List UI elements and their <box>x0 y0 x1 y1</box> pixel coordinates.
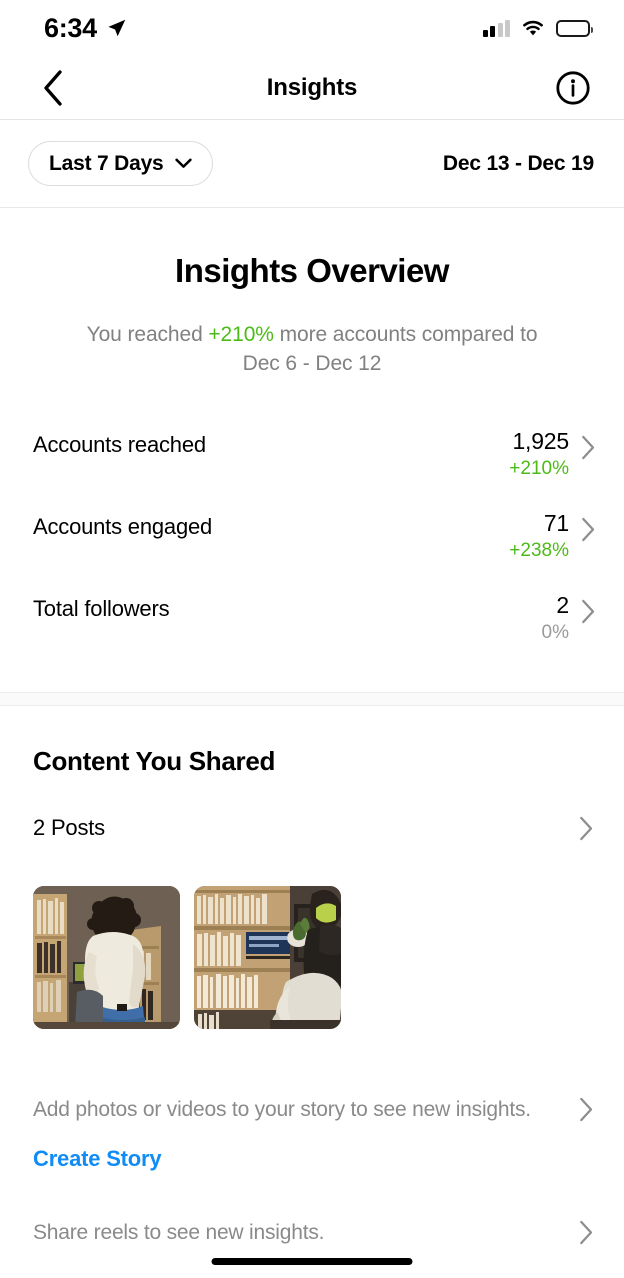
posts-count-label: 2 Posts <box>33 815 105 841</box>
content-you-shared-section: Content You Shared 2 Posts <box>0 706 624 1030</box>
location-arrow-icon <box>108 19 126 36</box>
status-bar-clock: 6:34 <box>44 12 97 43</box>
chevron-right-icon <box>580 816 593 841</box>
chevron-right-icon <box>580 1098 593 1122</box>
chevron-right-icon <box>582 517 595 541</box>
overview-summary-suffix: more accounts compared to <box>273 323 538 346</box>
post-thumbnail-2[interactable] <box>194 886 341 1030</box>
info-button[interactable] <box>550 65 596 111</box>
back-button[interactable] <box>30 65 76 111</box>
home-indicator <box>211 1258 413 1265</box>
metric-delta: +238% <box>509 539 569 561</box>
metric-label: Total followers <box>33 595 170 621</box>
post-thumbnail-1[interactable] <box>33 886 180 1030</box>
metric-delta: 0% <box>541 621 569 643</box>
reels-prompt-row[interactable]: Share reels to see new insights. <box>0 1220 624 1245</box>
post-thumbnail-grid <box>33 886 594 1030</box>
story-prompt-block: Add photos or videos to your story to se… <box>0 1097 624 1172</box>
back-chevron-icon <box>44 69 62 106</box>
metric-value: 71 <box>543 509 569 536</box>
reels-prompt-text: Share reels to see new insights. <box>33 1220 325 1244</box>
metric-delta: +210% <box>509 458 569 480</box>
chevron-right-icon <box>582 599 595 623</box>
overview-title: Insights Overview <box>175 252 449 289</box>
posts-row[interactable]: 2 Posts <box>33 815 594 841</box>
overview-summary-comparison-dates: Dec 6 - Dec 12 <box>242 351 382 375</box>
metrics-list: Accounts reached 1,925 +210% Accounts en… <box>0 379 624 659</box>
overview-summary-highlight: +210% <box>208 323 274 346</box>
metric-label: Accounts engaged <box>33 513 213 539</box>
status-bar-indicators <box>482 19 593 37</box>
status-bar-time-group: 6:34 <box>44 13 127 44</box>
date-range-selector[interactable]: Last 7 Days <box>28 141 213 186</box>
metric-row-accounts-reached[interactable]: Accounts reached 1,925 +210% <box>0 414 624 496</box>
filter-bar: Last 7 Days Dec 13 - Dec 19 <box>0 120 624 208</box>
metric-value: 2 <box>556 591 569 618</box>
insights-overview-section: Insights Overview You reached +210% more… <box>0 208 624 379</box>
wifi-icon <box>523 20 543 36</box>
reels-prompt-block: Share reels to see new insights. <box>0 1220 624 1245</box>
create-story-link[interactable]: Create Story <box>0 1146 194 1172</box>
page-title: Insights <box>266 73 358 101</box>
nav-header: Insights <box>0 56 624 120</box>
overview-summary-prefix: You reached <box>86 323 209 346</box>
story-prompt-row[interactable]: Add photos or videos to your story to se… <box>0 1097 624 1122</box>
metric-value-group: 1,925 +210% <box>509 428 596 482</box>
story-prompt-text: Add photos or videos to your story to se… <box>33 1097 531 1121</box>
chevron-right-icon <box>580 1221 593 1245</box>
metric-value: 1,925 <box>512 427 569 454</box>
metric-value-group: 71 +238% <box>509 510 596 564</box>
cellular-signal-icon <box>482 19 510 37</box>
battery-icon <box>556 19 593 37</box>
overview-summary: You reached +210% more accounts compared… <box>30 321 594 379</box>
info-circle-icon <box>556 70 590 105</box>
create-story-wrap: Create Story <box>0 1146 624 1172</box>
content-shared-title: Content You Shared <box>33 746 276 777</box>
metric-row-total-followers[interactable]: Total followers 2 0% <box>0 578 624 660</box>
chevron-down-icon <box>174 158 192 168</box>
date-range-selector-label: Last 7 Days <box>49 151 164 175</box>
status-bar: 6:34 <box>0 0 624 56</box>
metric-label: Accounts reached <box>33 431 206 457</box>
metric-value-group: 2 0% <box>542 592 596 646</box>
post-thumbnail-2-image <box>194 886 341 1030</box>
metric-row-accounts-engaged[interactable]: Accounts engaged 71 +238% <box>0 496 624 578</box>
date-range-display: Dec 13 - Dec 19 <box>442 151 594 175</box>
chevron-right-icon <box>582 435 595 460</box>
post-thumbnail-1-image <box>33 886 180 1030</box>
section-divider <box>0 692 624 707</box>
